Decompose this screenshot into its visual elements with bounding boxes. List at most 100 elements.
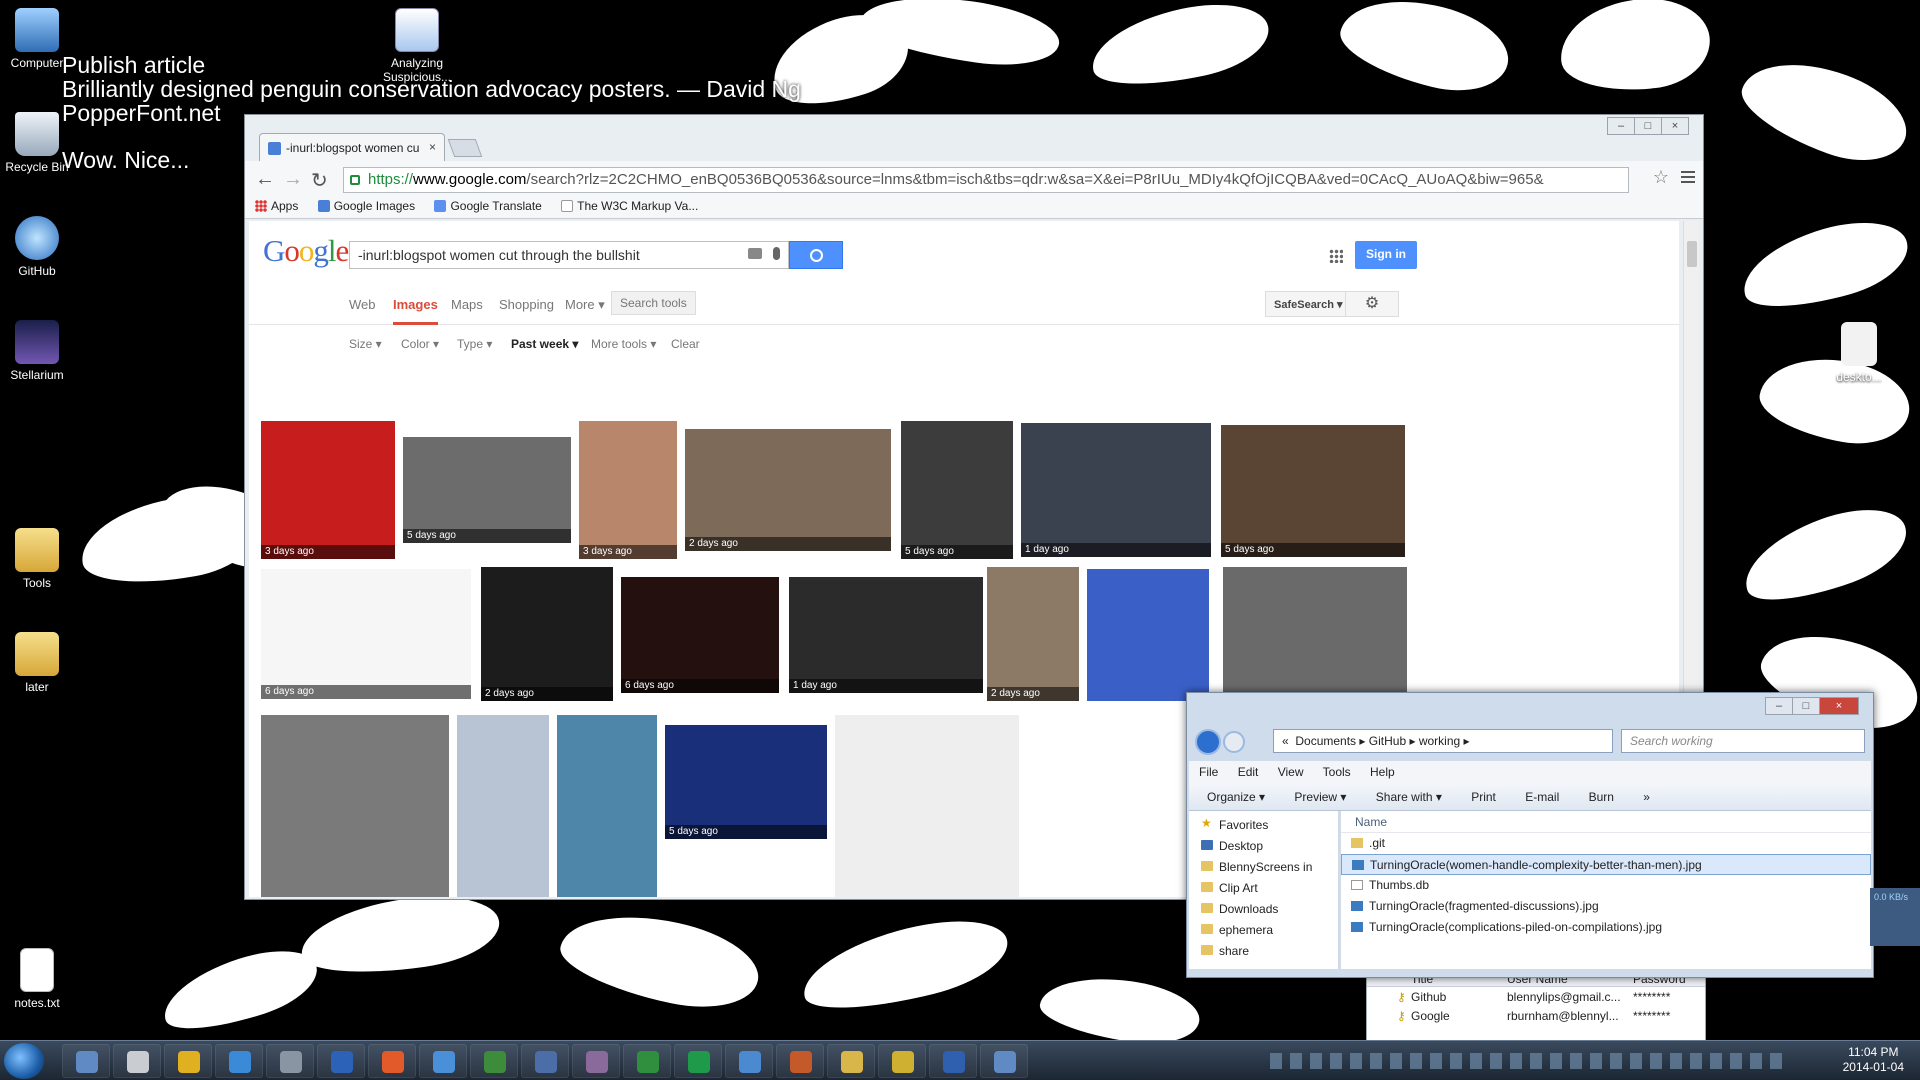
image-result[interactable] bbox=[835, 715, 1019, 897]
taskbar-app-button[interactable] bbox=[521, 1044, 569, 1078]
share-with-button[interactable]: Share with ▾ bbox=[1376, 790, 1442, 804]
close-tab-icon[interactable]: × bbox=[429, 140, 436, 154]
taskbar-app-button[interactable] bbox=[674, 1044, 722, 1078]
column-header-name[interactable]: Name bbox=[1341, 811, 1871, 833]
file-row[interactable]: .git bbox=[1341, 833, 1871, 854]
print-button[interactable]: Print bbox=[1471, 790, 1496, 804]
image-result[interactable]: 6 days ago bbox=[261, 569, 471, 699]
back-button[interactable] bbox=[1195, 729, 1221, 755]
taskbar-app-button[interactable] bbox=[419, 1044, 467, 1078]
nav-item-ephemera[interactable]: ephemera bbox=[1189, 920, 1338, 941]
taskbar-app-button[interactable] bbox=[980, 1044, 1028, 1078]
more-commands-button[interactable]: » bbox=[1643, 790, 1650, 804]
image-result[interactable] bbox=[1087, 569, 1209, 701]
new-tab-button[interactable] bbox=[447, 139, 483, 157]
burn-button[interactable]: Burn bbox=[1589, 790, 1614, 804]
taskbar-app-button[interactable] bbox=[368, 1044, 416, 1078]
image-result[interactable]: 5 days ago bbox=[403, 437, 571, 543]
taskbar-app-button[interactable] bbox=[470, 1044, 518, 1078]
password-entry-row[interactable]: ⚷ Google rburnham@blennyl... ******** bbox=[1367, 1006, 1705, 1025]
image-result[interactable] bbox=[1223, 567, 1407, 699]
image-result[interactable]: 5 days ago bbox=[901, 421, 1013, 559]
breadcrumb-documents[interactable]: Documents bbox=[1295, 734, 1356, 748]
file-row[interactable]: Thumbs.db bbox=[1341, 875, 1871, 896]
breadcrumb-working[interactable]: working bbox=[1419, 734, 1460, 748]
taskbar-app-button[interactable] bbox=[164, 1044, 212, 1078]
menu-edit[interactable]: Edit bbox=[1238, 765, 1259, 779]
minimize-button[interactable]: – bbox=[1765, 697, 1793, 715]
nav-item-blennyscreens[interactable]: BlennyScreens in bbox=[1189, 857, 1338, 878]
taskbar-app-button[interactable] bbox=[317, 1044, 365, 1078]
image-result[interactable]: 1 day ago bbox=[789, 577, 983, 693]
menu-tools[interactable]: Tools bbox=[1323, 765, 1351, 779]
desktop-icon-analyzing[interactable]: Analyzing Suspicious... bbox=[382, 8, 452, 84]
taskbar-app-button[interactable] bbox=[827, 1044, 875, 1078]
forward-button[interactable] bbox=[1223, 731, 1245, 753]
address-bar[interactable]: https://www.google.com/search?rlz=2C2CHM… bbox=[343, 167, 1629, 193]
desktop-icon-tools[interactable]: Tools bbox=[2, 528, 72, 590]
file-row-selected[interactable]: TurningOracle(women-handle-complexity-be… bbox=[1341, 854, 1871, 875]
file-row[interactable]: TurningOracle(fragmented-discussions).jp… bbox=[1341, 896, 1871, 917]
password-entry-row[interactable]: ⚷ Github blennylips@gmail.c... ******** bbox=[1367, 987, 1705, 1006]
taskbar-app-button[interactable] bbox=[266, 1044, 314, 1078]
desktop-icon-desktop[interactable]: deskto... bbox=[1824, 322, 1894, 384]
minimize-button[interactable]: – bbox=[1607, 117, 1635, 135]
breadcrumb-github[interactable]: GitHub bbox=[1369, 734, 1406, 748]
image-result[interactable]: 6 days ago bbox=[621, 577, 779, 693]
desktop-icon-github[interactable]: GitHub bbox=[2, 216, 72, 278]
taskbar-app-button[interactable] bbox=[623, 1044, 671, 1078]
menu-file[interactable]: File bbox=[1199, 765, 1218, 779]
taskbar-app-button[interactable] bbox=[215, 1044, 263, 1078]
menu-help[interactable]: Help bbox=[1370, 765, 1395, 779]
taskbar-app-button[interactable] bbox=[929, 1044, 977, 1078]
image-result[interactable]: 3 days ago bbox=[261, 421, 395, 559]
bookmark-google-images[interactable]: Google Images bbox=[317, 199, 415, 213]
bookmark-apps[interactable]: Apps bbox=[255, 199, 298, 213]
taskbar-app-button[interactable] bbox=[878, 1044, 926, 1078]
image-result[interactable] bbox=[457, 715, 549, 897]
maximize-button[interactable]: □ bbox=[1792, 697, 1820, 715]
breadcrumb-overflow[interactable]: « bbox=[1282, 734, 1289, 748]
desktop-icon-later[interactable]: later bbox=[2, 632, 72, 694]
image-result[interactable]: 2 days ago bbox=[685, 429, 891, 551]
image-result[interactable]: 1 day ago bbox=[1021, 423, 1211, 557]
bookmark-w3c[interactable]: The W3C Markup Va... bbox=[561, 199, 698, 213]
taskbar-app-button[interactable] bbox=[725, 1044, 773, 1078]
email-button[interactable]: E-mail bbox=[1525, 790, 1559, 804]
close-button[interactable]: × bbox=[1819, 697, 1859, 715]
bookmark-google-translate[interactable]: Google Translate bbox=[434, 199, 542, 213]
close-button[interactable]: × bbox=[1661, 117, 1689, 135]
nav-item-downloads[interactable]: Downloads bbox=[1189, 899, 1338, 920]
nav-item-desktop[interactable]: Desktop bbox=[1189, 836, 1338, 857]
nav-item-clip-art[interactable]: Clip Art bbox=[1189, 878, 1338, 899]
image-result[interactable]: 2 days ago bbox=[987, 567, 1079, 701]
taskbar-clock[interactable]: 11:04 PM 2014-01-04 bbox=[1843, 1045, 1904, 1075]
forward-arrow-icon[interactable]: → bbox=[283, 168, 303, 191]
taskbar-app-button[interactable] bbox=[572, 1044, 620, 1078]
chrome-menu-icon[interactable] bbox=[1681, 171, 1695, 183]
image-result[interactable]: 3 days ago bbox=[579, 421, 677, 559]
taskbar-app-button[interactable] bbox=[776, 1044, 824, 1078]
scrollbar-thumb[interactable] bbox=[1687, 241, 1697, 267]
bookmark-star-icon[interactable]: ☆ bbox=[1653, 167, 1669, 188]
desktop-icon-notes[interactable]: notes.txt bbox=[2, 948, 72, 1010]
reload-icon[interactable]: ↻ bbox=[311, 168, 328, 193]
image-result[interactable]: 5 days ago bbox=[665, 725, 827, 839]
address-breadcrumb[interactable]: « Documents ▸ GitHub ▸ working ▸ bbox=[1273, 729, 1613, 753]
back-arrow-icon[interactable]: ← bbox=[255, 168, 275, 191]
image-result[interactable] bbox=[557, 715, 657, 897]
image-result[interactable]: 5 days ago bbox=[1221, 425, 1405, 557]
nav-item-share[interactable]: share bbox=[1189, 941, 1338, 962]
maximize-button[interactable]: □ bbox=[1634, 117, 1662, 135]
organize-button[interactable]: Organize ▾ bbox=[1207, 790, 1265, 804]
taskbar-app-button[interactable] bbox=[62, 1044, 110, 1078]
preview-button[interactable]: Preview ▾ bbox=[1294, 790, 1346, 804]
desktop-icon-stellarium[interactable]: Stellarium bbox=[2, 320, 72, 382]
explorer-search-input[interactable]: Search working bbox=[1621, 729, 1865, 753]
start-button[interactable] bbox=[4, 1043, 44, 1079]
browser-tab[interactable]: -inurl:blogspot women cu × bbox=[259, 133, 445, 161]
nav-item-favorites[interactable]: ★ Favorites bbox=[1189, 815, 1338, 836]
image-result[interactable]: 2 days ago bbox=[481, 567, 613, 701]
file-row[interactable]: TurningOracle(complications-piled-on-com… bbox=[1341, 917, 1871, 938]
menu-view[interactable]: View bbox=[1278, 765, 1304, 779]
